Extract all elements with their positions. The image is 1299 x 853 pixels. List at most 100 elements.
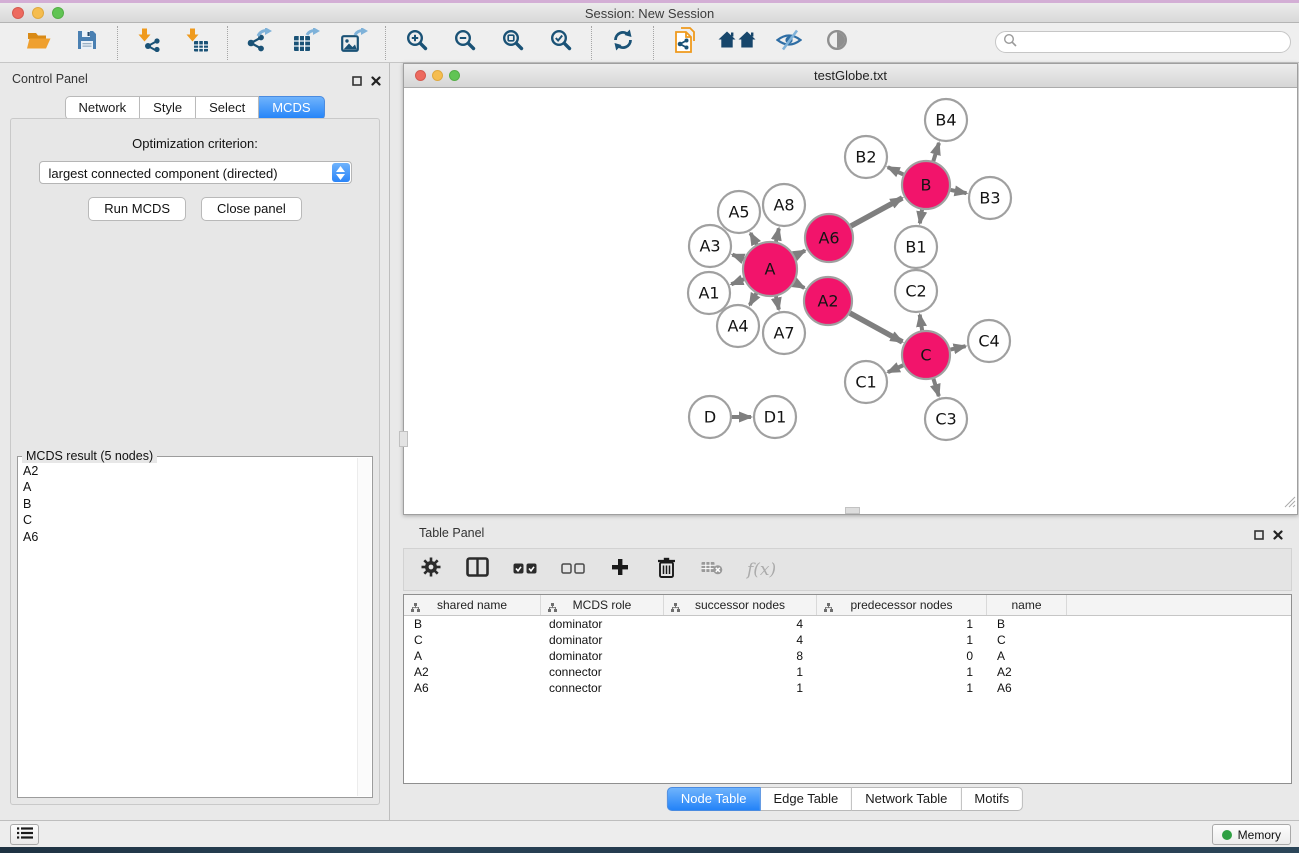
graph-edge[interactable] <box>750 233 756 244</box>
clone-network-button[interactable] <box>669 27 701 59</box>
result-list-scrollbar[interactable] <box>357 458 371 796</box>
column-view-button[interactable] <box>466 558 489 582</box>
select-all-button[interactable] <box>513 558 537 582</box>
table-cell[interactable]: A6 <box>987 680 1067 696</box>
table-cell[interactable]: 1 <box>664 664 817 680</box>
table-cell[interactable]: dominator <box>541 648 664 664</box>
zoom-selected-button[interactable] <box>545 27 577 59</box>
network-window-titlebar[interactable]: testGlobe.txt <box>404 64 1297 88</box>
table-settings-button[interactable] <box>420 558 442 582</box>
result-list-item[interactable]: B <box>20 496 357 512</box>
table-cell[interactable]: A2 <box>404 664 541 680</box>
zoom-in-button[interactable] <box>401 27 433 59</box>
table-cell[interactable]: 1 <box>817 632 987 648</box>
graph-edge[interactable] <box>851 198 902 226</box>
tab-edge-table[interactable]: Edge Table <box>760 787 852 811</box>
table-cell[interactable]: 4 <box>664 616 817 632</box>
tab-network[interactable]: Network <box>64 96 140 120</box>
home-view-button[interactable] <box>717 27 757 59</box>
graph-edge[interactable] <box>888 167 904 174</box>
graph-edge[interactable] <box>920 315 922 331</box>
graph-edge[interactable] <box>933 143 939 161</box>
add-column-button[interactable] <box>609 558 631 582</box>
task-history-button[interactable] <box>10 824 39 845</box>
column-header-shared-name[interactable]: shared name <box>404 595 541 615</box>
save-session-button[interactable] <box>71 27 103 59</box>
table-cell[interactable]: 4 <box>664 632 817 648</box>
network-graph[interactable]: B4B2BB3A5A8A6A3AB1A1C2A2A4A7C4CC1DD1C3 <box>404 88 1298 515</box>
mcds-result-list[interactable]: A2ABCA6 <box>20 463 357 795</box>
table-cell[interactable]: connector <box>541 680 664 696</box>
table-row[interactable]: A6connector11A6 <box>404 680 1291 696</box>
table-cell[interactable]: C <box>987 632 1067 648</box>
graph-edge[interactable] <box>731 279 744 284</box>
close-panel-icon[interactable] <box>371 73 381 91</box>
deselect-all-button[interactable] <box>561 558 585 582</box>
table-row[interactable]: A2connector11A2 <box>404 664 1291 680</box>
export-image-button[interactable] <box>339 27 371 59</box>
table-cell[interactable]: 0 <box>817 648 987 664</box>
memory-button[interactable]: Memory <box>1212 824 1291 845</box>
graph-edge[interactable] <box>950 346 965 349</box>
column-header-mcds-role[interactable]: MCDS role <box>541 595 664 615</box>
node-table[interactable]: shared name MCDS role successor nodes pr… <box>403 594 1292 784</box>
float-panel-icon[interactable] <box>1254 527 1264 545</box>
splitter-handle-vertical[interactable] <box>399 431 408 447</box>
result-list-item[interactable]: A <box>20 479 357 495</box>
delete-table-button[interactable] <box>701 558 723 582</box>
float-panel-icon[interactable] <box>352 73 362 91</box>
graph-edge[interactable] <box>795 251 805 256</box>
table-cell[interactable]: dominator <box>541 616 664 632</box>
graph-edge[interactable] <box>920 210 922 224</box>
table-row[interactable]: Cdominator41C <box>404 632 1291 648</box>
table-cell[interactable]: A6 <box>404 680 541 696</box>
search-input[interactable] <box>1022 34 1290 50</box>
result-list-item[interactable]: A6 <box>20 529 357 545</box>
splitter-handle-horizontal[interactable] <box>845 507 860 514</box>
export-network-button[interactable] <box>243 27 275 59</box>
graph-edge[interactable] <box>750 293 757 305</box>
graph-edge[interactable] <box>933 379 938 396</box>
graph-edge[interactable] <box>888 365 903 372</box>
column-header-successor-nodes[interactable]: successor nodes <box>664 595 817 615</box>
column-header-predecessor-nodes[interactable]: predecessor nodes <box>817 595 987 615</box>
table-cell[interactable]: 8 <box>664 648 817 664</box>
result-list-item[interactable]: C <box>20 512 357 528</box>
tab-node-table[interactable]: Node Table <box>667 787 761 811</box>
delete-column-button[interactable] <box>655 558 677 582</box>
tab-mcds[interactable]: MCDS <box>259 96 324 120</box>
table-cell[interactable]: A <box>404 648 541 664</box>
graph-edge[interactable] <box>850 313 902 342</box>
zoom-out-button[interactable] <box>449 27 481 59</box>
criterion-dropdown[interactable]: largest connected component (directed) <box>39 161 352 184</box>
tab-style[interactable]: Style <box>140 96 196 120</box>
table-cell[interactable]: A <box>987 648 1067 664</box>
export-table-button[interactable] <box>291 27 323 59</box>
graph-edge[interactable] <box>776 228 779 241</box>
window-resize-grip[interactable] <box>1283 495 1296 513</box>
column-header-name[interactable]: name <box>987 595 1067 615</box>
run-mcds-button[interactable]: Run MCDS <box>88 197 186 221</box>
zoom-fit-button[interactable] <box>497 27 529 59</box>
open-session-button[interactable] <box>23 27 55 59</box>
search-box[interactable] <box>995 31 1291 53</box>
table-cell[interactable]: C <box>404 632 541 648</box>
apply-layout-button[interactable] <box>607 27 639 59</box>
close-panel-icon[interactable] <box>1273 527 1283 545</box>
table-cell[interactable]: 1 <box>817 616 987 632</box>
table-cell[interactable]: dominator <box>541 632 664 648</box>
tab-select[interactable]: Select <box>196 96 259 120</box>
import-table-button[interactable] <box>181 27 213 59</box>
table-cell[interactable]: connector <box>541 664 664 680</box>
table-cell[interactable]: 1 <box>817 664 987 680</box>
table-row[interactable]: Adominator80A <box>404 648 1291 664</box>
table-cell[interactable]: B <box>404 616 541 632</box>
result-list-item[interactable]: A2 <box>20 463 357 479</box>
graph-edge[interactable] <box>950 190 966 193</box>
graph-edge[interactable] <box>732 255 743 259</box>
table-row[interactable]: Bdominator41B <box>404 616 1291 632</box>
function-builder-button[interactable]: f(x) <box>747 558 776 582</box>
tab-motifs[interactable]: Motifs <box>961 787 1023 811</box>
show-panels-button[interactable] <box>821 27 853 59</box>
table-cell[interactable]: A2 <box>987 664 1067 680</box>
